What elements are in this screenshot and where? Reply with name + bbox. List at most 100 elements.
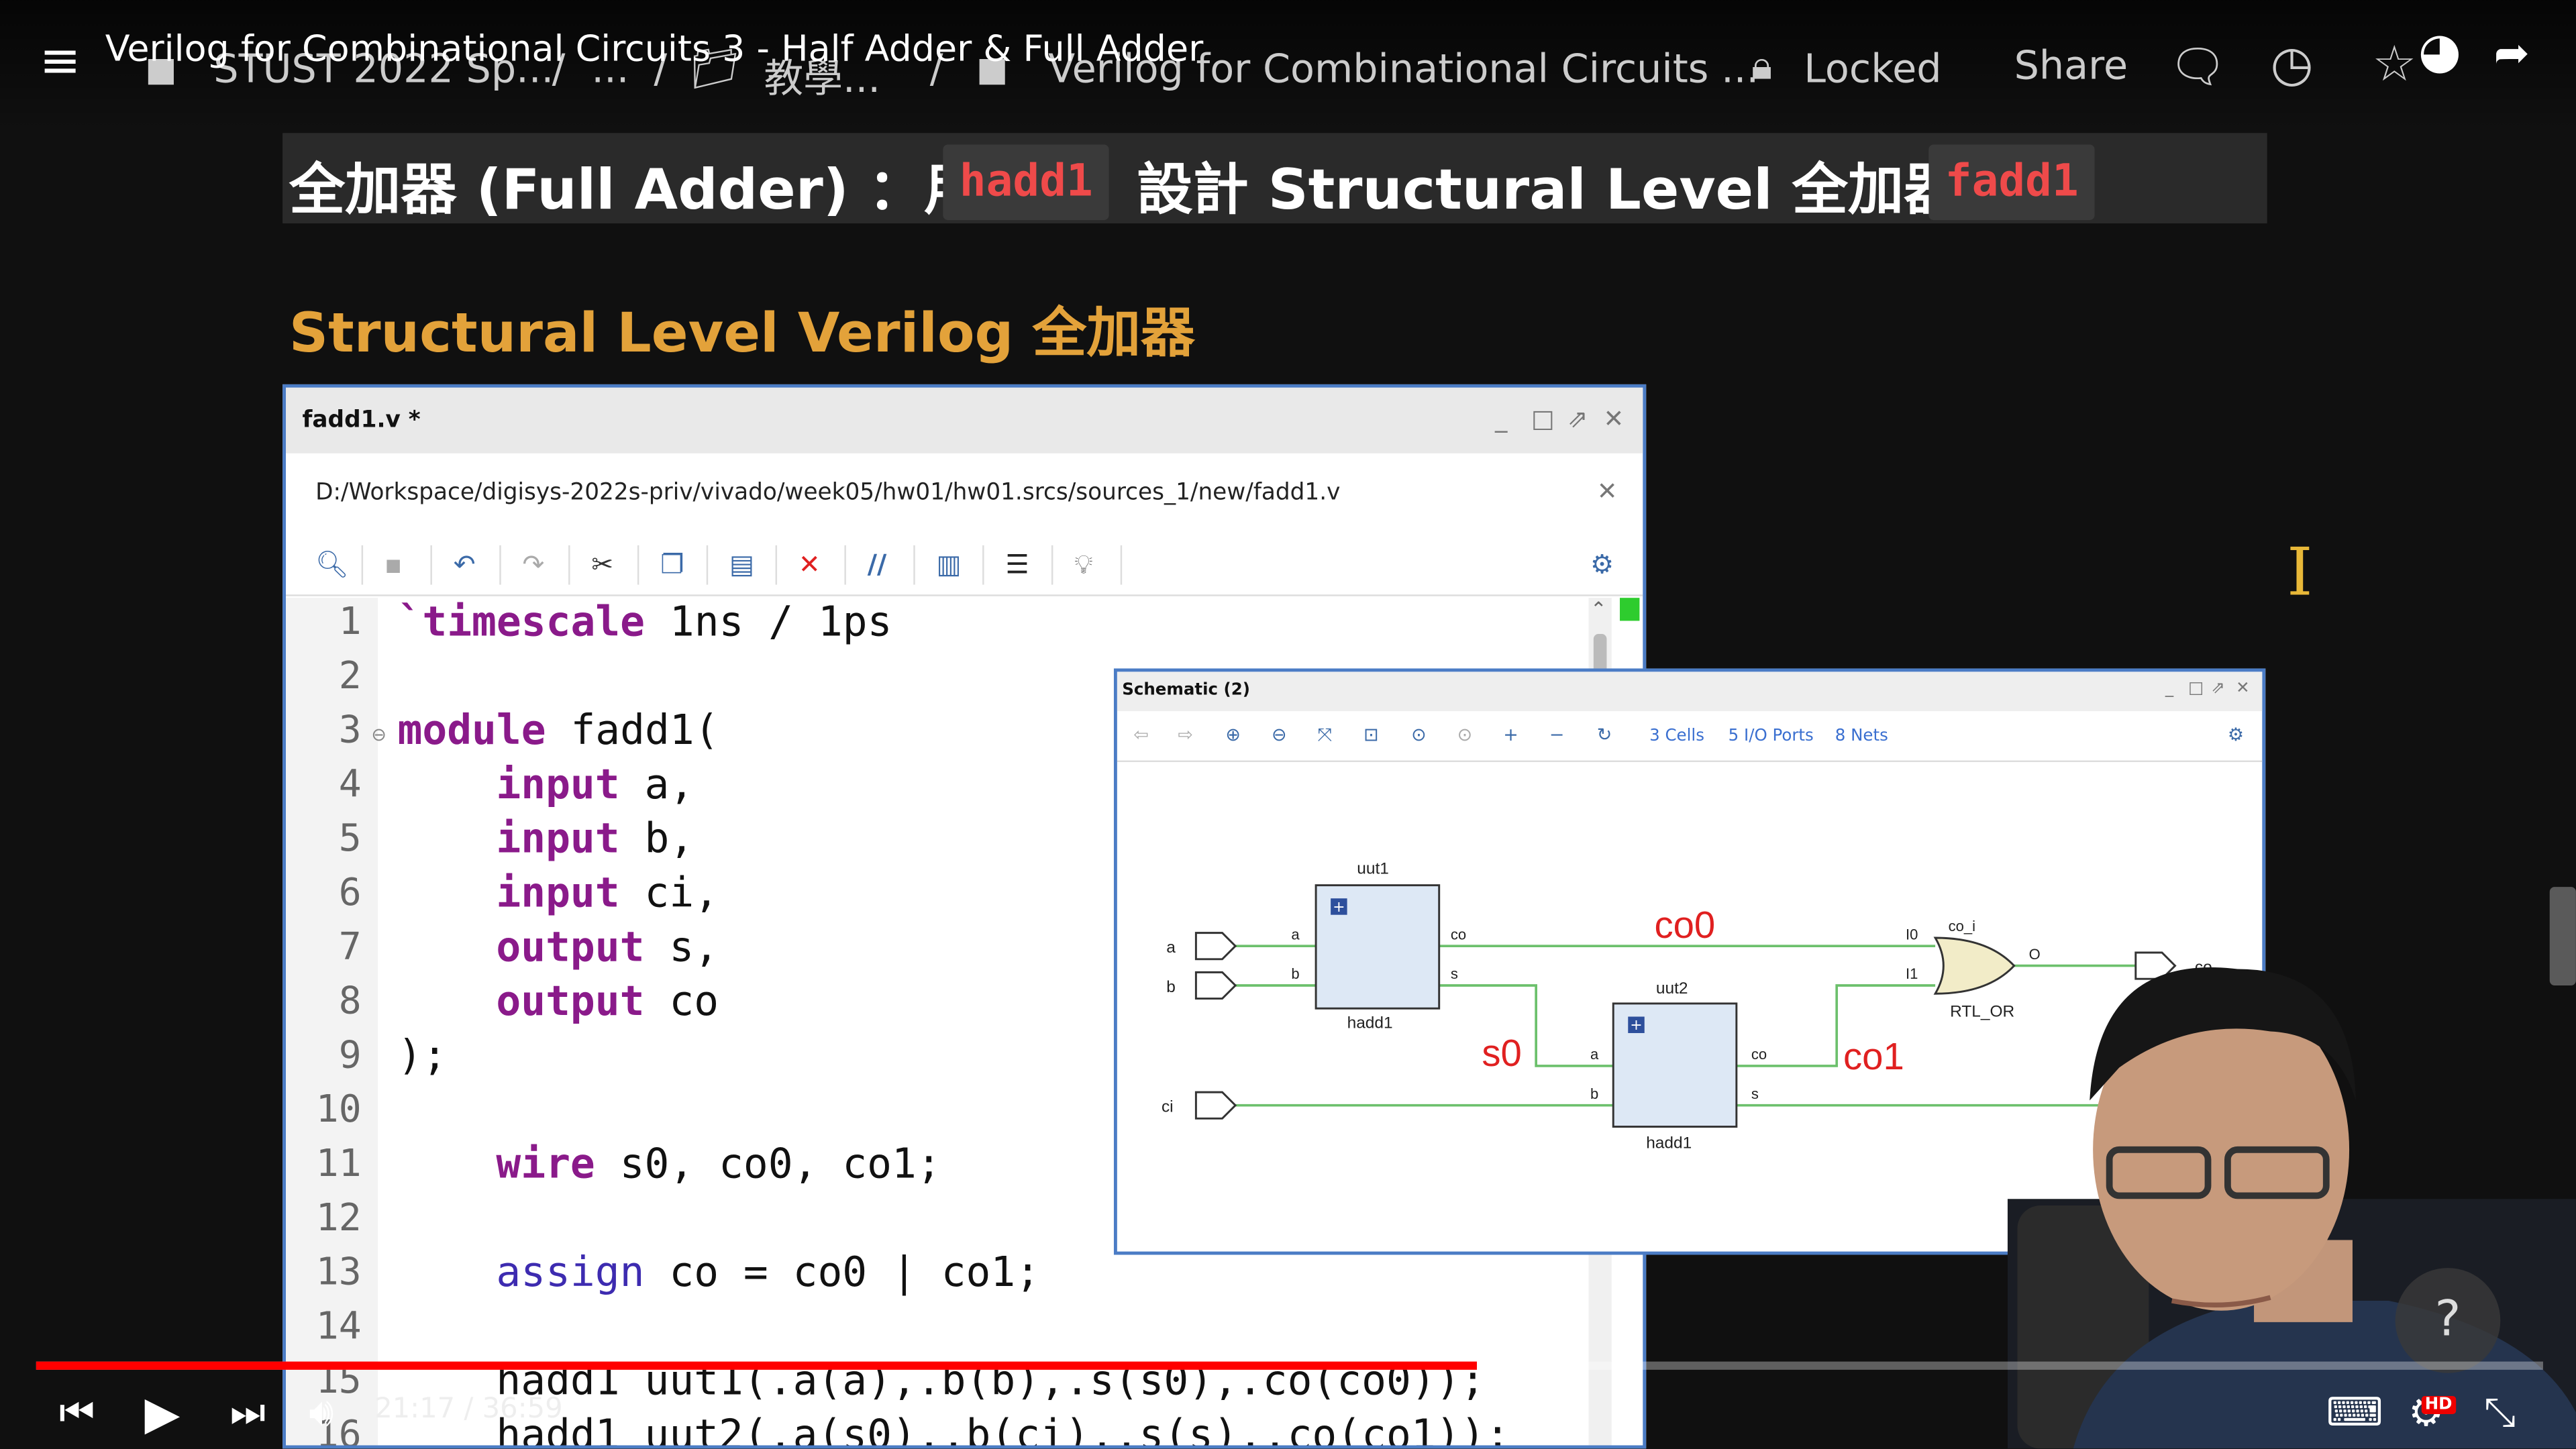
zoom-selection-icon[interactable]: ⊡ (1363, 724, 1379, 746)
cell-type-name: hadd1 (1646, 1134, 1692, 1152)
history-icon[interactable]: ◷ (2271, 36, 2314, 94)
code-line-11[interactable]: wire s0, co0, co1; (496, 1140, 941, 1187)
line-number: 7 (338, 926, 362, 969)
float-icon[interactable]: ⇗ (2211, 680, 2225, 698)
plus-icon: + (1333, 899, 1345, 916)
cell-type-name: hadd1 (1347, 1014, 1393, 1032)
toolbar-divider (1051, 545, 1053, 585)
input-port-b[interactable] (1194, 971, 1237, 1000)
back-icon[interactable]: ⇦ (1133, 724, 1149, 746)
code-line-8[interactable]: output co (496, 977, 719, 1025)
help-button[interactable]: ? (2395, 1268, 2501, 1373)
comment-icon[interactable]: // (868, 549, 887, 580)
collapse-icon[interactable]: − (1549, 724, 1565, 746)
cell-uut1[interactable]: + uut1 hadd1 a b co s (1291, 859, 1466, 1032)
refresh-icon[interactable]: ↻ (1597, 724, 1612, 746)
paste-icon[interactable]: ▤ (729, 549, 754, 580)
previous-icon[interactable]: ⏮ (59, 1389, 95, 1436)
delete-icon[interactable]: ✕ (798, 549, 821, 580)
undo-icon[interactable]: ↶ (454, 549, 476, 580)
schematic-title: Schematic (2) (1122, 682, 1250, 700)
star-icon[interactable]: ☆ (2372, 36, 2416, 94)
code-line-1[interactable]: `timescale 1ns / 1ps (397, 598, 892, 645)
code-keyword: input (496, 814, 620, 863)
redo-icon[interactable]: ↷ (523, 549, 545, 580)
schematic-toolbar: ⇦ ⇨ ⊕ ⊖ ⤧ ⊡ ⊙ ⊙ + − ↻ 3 Cells 5 I/O Port… (1117, 714, 2263, 763)
slide-heading-part1: 全加器 (Full Adder) ：用 (289, 158, 980, 223)
gear-icon[interactable]: ⚙ (2228, 724, 2244, 746)
line-number: 5 (338, 818, 362, 861)
playlist-menu-icon[interactable]: ≡ (40, 33, 81, 91)
close-file-icon[interactable]: ✕ (1597, 476, 1618, 506)
scroll-up-icon[interactable]: ⌃ (1590, 598, 1607, 621)
indent-icon[interactable]: ☰ (1005, 549, 1029, 580)
video-title[interactable]: Verilog for Combinational Circuits 3 - H… (105, 30, 1204, 70)
subtitles-icon[interactable]: ⌨ (2326, 1389, 2383, 1436)
maximize-icon[interactable]: □ (1531, 404, 1555, 433)
code-text: fadd1( (546, 706, 719, 754)
play-icon[interactable]: ▶ (144, 1386, 180, 1440)
copy-icon[interactable]: ❐ (660, 549, 684, 580)
watch-later-icon[interactable]: ◕ (2418, 23, 2461, 80)
chevron-down-icon[interactable]: ⌄ (1278, 1389, 1300, 1421)
float-icon[interactable]: ⇗ (1567, 404, 1588, 433)
net-s0[interactable] (1439, 984, 1614, 1067)
line-number: 3 (338, 709, 362, 753)
cells-link[interactable]: 3 Cells (1649, 728, 1704, 746)
or-gate-shape[interactable] (1933, 936, 2016, 995)
comment-icon[interactable]: 🗨︎ (2169, 40, 2227, 94)
input-port-a[interactable] (1194, 932, 1237, 961)
code-line-6[interactable]: input ci, (496, 869, 719, 916)
progress-played[interactable] (36, 1361, 1478, 1370)
zoom-out-icon[interactable]: ⊖ (1272, 724, 1287, 746)
editor-tab-name[interactable]: fadd1.v * (302, 407, 420, 433)
code-line-13[interactable]: assign co = co0 | co1; (496, 1248, 1040, 1296)
search-icon[interactable]: 🔍︎ (315, 549, 349, 580)
close-icon[interactable]: ✕ (1604, 404, 1625, 433)
cut-icon[interactable]: ✂ (591, 549, 613, 580)
code-line-3[interactable]: module fadd1( (397, 706, 719, 754)
fold-icon[interactable]: ⊖ (371, 724, 387, 746)
cell-instance-name: uut2 (1656, 979, 1688, 998)
lightbulb-icon[interactable]: 💡︎ (1074, 549, 1092, 582)
expand-icon[interactable]: + (1503, 724, 1518, 746)
video-player[interactable]: 全加器 (Full Adder) ：用 hadd1 設計 Structural … (0, 0, 2576, 1449)
select-icon[interactable]: ⊙ (1411, 724, 1427, 746)
line-number: 13 (315, 1251, 362, 1295)
share-button[interactable]: Share (2014, 43, 2128, 89)
code-line-9[interactable]: ); (397, 1032, 447, 1079)
next-icon[interactable]: ⏭ (230, 1389, 266, 1436)
block-select-icon[interactable]: ▥ (937, 549, 962, 580)
input-port-ci[interactable] (1194, 1091, 1237, 1120)
cell-instance-name: uut1 (1357, 859, 1389, 877)
slide-heading-part2: 設計 Structural Level 全加器 - (1137, 158, 2002, 223)
code-line-5[interactable]: input b, (496, 814, 694, 862)
code-keyword: wire (496, 1140, 595, 1188)
zoom-in-icon[interactable]: ⊕ (1225, 724, 1241, 746)
editor-titlebar: fadd1.v * _ □ ⇗ ✕ (286, 387, 1643, 453)
io-ports-link[interactable]: 5 I/O Ports (1729, 728, 1814, 746)
forward-icon[interactable]: ⇨ (1178, 724, 1193, 746)
unselect-icon[interactable]: ⊙ (1457, 724, 1473, 746)
nets-link[interactable]: 8 Nets (1835, 728, 1888, 746)
minimize-icon[interactable]: _ (2165, 680, 2173, 698)
editor-toolbar: 🔍︎ ▪ ↶ ↷ ✂ ❐ ▤ ✕ // ▥ ☰ 💡︎ ⚙ (286, 535, 1643, 596)
volume-icon[interactable]: 🔊︎ (309, 1389, 333, 1436)
code-line-7[interactable]: output s, (496, 923, 719, 971)
code-line-4[interactable]: input a, (496, 761, 694, 808)
share-arrow-icon[interactable]: ➦ (2494, 30, 2530, 78)
zoom-fit-icon[interactable]: ⤧ (1318, 724, 1333, 747)
exit-fullscreen-icon[interactable]: ⤡ (2484, 1389, 2516, 1436)
code-line-16[interactable]: hadd1 uut2(.a(s0),.b(ci),.s(s),.co(co1))… (496, 1411, 1510, 1445)
page-scrollbar-thumb[interactable] (2549, 887, 2576, 985)
plus-icon: + (1630, 1017, 1642, 1034)
minimize-icon[interactable]: _ (1495, 404, 1507, 433)
code-keyword: assign (496, 1248, 645, 1296)
gate-pin-i0: I0 (1906, 926, 1918, 943)
close-icon[interactable]: ✕ (2236, 680, 2250, 698)
save-icon[interactable]: ▪ (384, 549, 403, 580)
gear-icon[interactable]: ⚙ (1590, 549, 1614, 580)
locked-label: Locked (1804, 46, 1942, 93)
maximize-icon[interactable]: □ (2188, 680, 2204, 698)
schematic-titlebar: Schematic (2) _ □ ⇗ ✕ (1117, 672, 2263, 712)
